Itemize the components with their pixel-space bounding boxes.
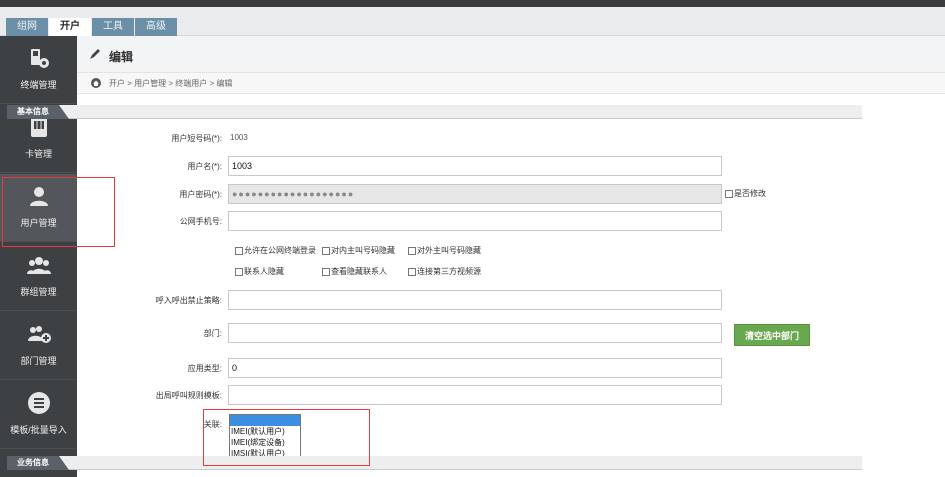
option-public-login[interactable]: 允许在公网终端登录	[235, 245, 316, 256]
highlight-box-association	[203, 409, 370, 466]
checkbox-box[interactable]	[235, 267, 243, 276]
phone-input[interactable]	[228, 211, 722, 231]
tab-tools[interactable]: 工具	[92, 18, 134, 36]
password-input[interactable]: ●●●●●●●●●●●●●●●●●●●	[228, 184, 722, 204]
clear-department-button[interactable]: 清空选中部门	[734, 324, 811, 346]
checkbox-box[interactable]	[322, 267, 330, 276]
template-import-icon	[28, 392, 50, 414]
section-business-info-title: 业务信息	[7, 456, 69, 470]
page-header: 编辑	[77, 36, 945, 73]
sidebar-item-label: 卡管理	[24, 149, 52, 159]
checkbox-box[interactable]	[408, 246, 416, 255]
sidebar-item-label: 终端管理	[20, 80, 57, 90]
top-tab-bar: 组网 开户 工具 高级	[0, 7, 945, 37]
short-code-value: 1003	[230, 133, 248, 142]
terminal-settings-icon	[31, 49, 49, 68]
checkbox-box[interactable]	[408, 267, 416, 276]
sidebar: 终端管理 卡管理 用户管理 群组管理 部门管理 模板/批量导入	[0, 36, 77, 477]
checkbox-box[interactable]	[725, 189, 733, 198]
app-type-input[interactable]: 0	[228, 358, 722, 378]
call-ban-input[interactable]	[228, 290, 722, 310]
tab-account-opening[interactable]: 开户	[49, 18, 91, 37]
tab-networking[interactable]: 组网	[6, 18, 48, 36]
department-label: 部门:	[203, 329, 222, 338]
option-hide-external-caller[interactable]: 对外主叫号码隐藏	[408, 245, 481, 256]
section-business-info: 业务信息	[7, 456, 862, 470]
breadcrumb-text: 开户 > 用户管理 > 终端用户 > 编辑	[109, 79, 233, 88]
breadcrumb: 开户 > 用户管理 > 终端用户 > 编辑	[77, 73, 945, 94]
sidebar-item-terminal[interactable]: 终端管理	[0, 36, 77, 104]
association-label: 关联:	[203, 420, 222, 429]
pen-icon	[90, 49, 100, 59]
username-label: 用户名(*):	[187, 162, 222, 171]
checkbox-box[interactable]	[322, 246, 330, 255]
checkbox-label: 查看隐藏联系人	[331, 267, 387, 276]
outbound-rule-input[interactable]	[228, 385, 722, 405]
home-icon[interactable]	[91, 78, 101, 88]
checkbox-label: 对外主叫号码隐藏	[417, 246, 481, 255]
option-view-hidden-contacts[interactable]: 查看隐藏联系人	[322, 266, 387, 277]
sidebar-item-departments[interactable]: 部门管理	[0, 312, 77, 380]
short-code-label: 用户短号码(*):	[171, 134, 222, 143]
call-ban-label: 呼入呼出禁止策略:	[155, 296, 222, 305]
department-input[interactable]	[228, 323, 722, 343]
checkbox-label: 连接第三方视频源	[417, 267, 481, 276]
sidebar-item-label: 模板/批量导入	[10, 425, 67, 435]
option-third-party-video[interactable]: 连接第三方视频源	[408, 266, 481, 277]
group-icon	[27, 257, 51, 274]
section-basic-info-title: 基本信息	[7, 105, 69, 119]
sidebar-item-label: 群组管理	[20, 287, 57, 297]
checkbox-label: 联系人隐藏	[244, 267, 284, 276]
tab-advanced[interactable]: 高级	[135, 18, 177, 36]
checkbox-box[interactable]	[235, 246, 243, 255]
checkbox-label: 对内主叫号码隐藏	[331, 246, 395, 255]
checkbox-label: 是否修改	[734, 189, 766, 198]
outbound-rule-label: 出局呼叫规则模板:	[155, 391, 222, 400]
modify-password-checkbox[interactable]: 是否修改	[725, 188, 766, 199]
page-title: 编辑	[109, 50, 134, 64]
checkbox-label: 允许在公网终端登录	[244, 246, 316, 255]
top-strip	[0, 0, 945, 7]
username-input[interactable]: 1003	[228, 156, 722, 176]
sidebar-item-templates[interactable]: 模板/批量导入	[0, 381, 77, 449]
section-basic-info: 基本信息	[7, 105, 862, 119]
sidebar-item-label: 部门管理	[20, 356, 57, 366]
option-hide-internal-caller[interactable]: 对内主叫号码隐藏	[322, 245, 395, 256]
app-type-label: 应用类型:	[187, 364, 222, 373]
highlight-box-sidebar	[2, 177, 115, 247]
option-hide-contacts[interactable]: 联系人隐藏	[235, 266, 284, 277]
department-add-icon	[28, 326, 51, 343]
sidebar-item-groups[interactable]: 群组管理	[0, 243, 77, 311]
